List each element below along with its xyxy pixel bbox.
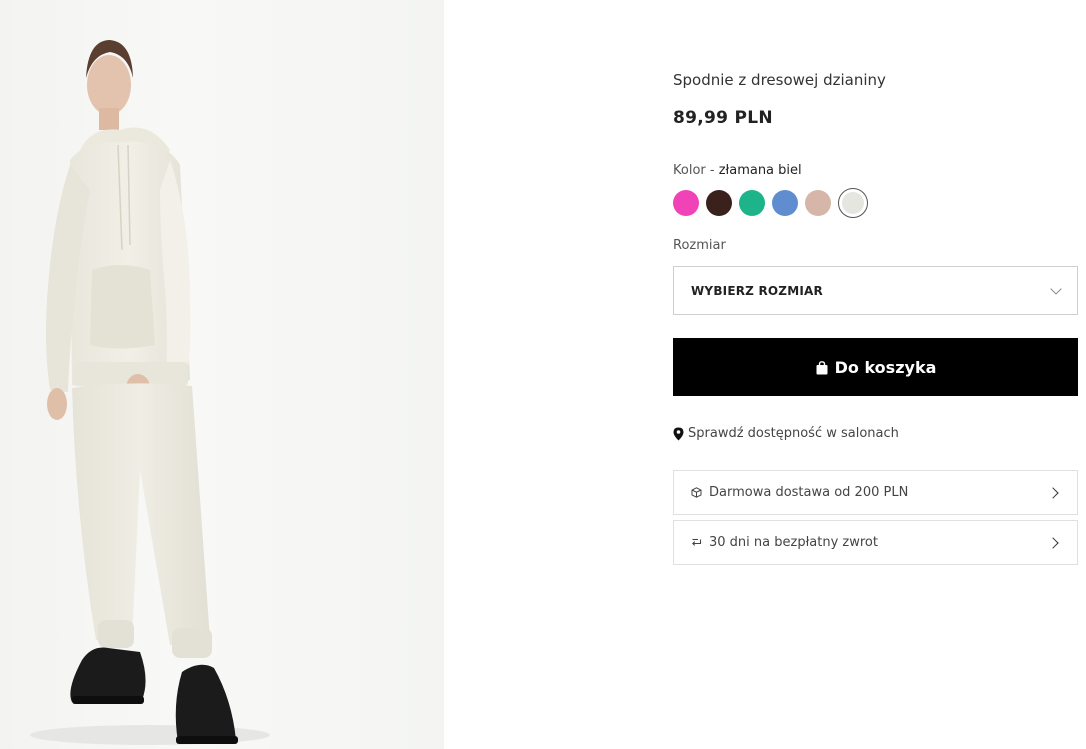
free-delivery-content: Darmowa dostawa od 200 PLN (691, 485, 908, 500)
product-page: Spodnie z dresowej dzianiny 89,99 PLN Ko… (0, 0, 1086, 749)
size-label: Rozmiar (673, 238, 726, 253)
color-label: Kolor - złamana biel (673, 163, 802, 178)
color-swatch-blue[interactable] (772, 190, 798, 216)
color-swatch-off-white[interactable] (838, 188, 868, 218)
color-label-prefix: Kolor - (673, 163, 719, 178)
free-delivery-label: Darmowa dostawa od 200 PLN (709, 485, 909, 500)
size-dropdown[interactable]: WYBIERZ ROZMIAR (673, 266, 1078, 315)
store-availability-link[interactable]: Sprawdź dostępność w salonach (673, 426, 899, 441)
size-dropdown-placeholder: WYBIERZ ROZMIAR (691, 283, 823, 298)
add-to-cart-button[interactable]: Do koszyka (673, 338, 1078, 396)
location-pin-icon (673, 427, 684, 441)
free-return-label: 30 dni na bezpłatny zwrot (709, 535, 878, 550)
add-to-cart-label: Do koszyka (834, 357, 937, 377)
color-swatches (673, 188, 868, 218)
selected-color-name: złamana biel (718, 163, 802, 178)
free-return-content: 30 dni na bezpłatny zwrot (691, 535, 878, 550)
free-delivery-row[interactable]: Darmowa dostawa od 200 PLN (673, 470, 1078, 515)
chevron-down-icon (1050, 282, 1062, 295)
color-swatch-pink[interactable] (673, 190, 699, 216)
product-price: 89,99 PLN (673, 108, 773, 128)
store-availability-label: Sprawdź dostępność w salonach (688, 426, 899, 441)
color-swatch-green[interactable] (739, 190, 765, 216)
free-return-row[interactable]: 30 dni na bezpłatny zwrot (673, 520, 1078, 565)
chevron-right-icon (1047, 536, 1059, 549)
color-swatch-dark-brown[interactable] (706, 190, 732, 216)
package-icon (691, 487, 702, 498)
shopping-bag-icon (815, 360, 829, 375)
chevron-right-icon (1047, 486, 1059, 499)
color-swatch-beige[interactable] (805, 190, 831, 216)
product-image[interactable] (0, 0, 444, 749)
product-title: Spodnie z dresowej dzianiny (673, 71, 886, 89)
return-arrow-icon (691, 537, 702, 548)
